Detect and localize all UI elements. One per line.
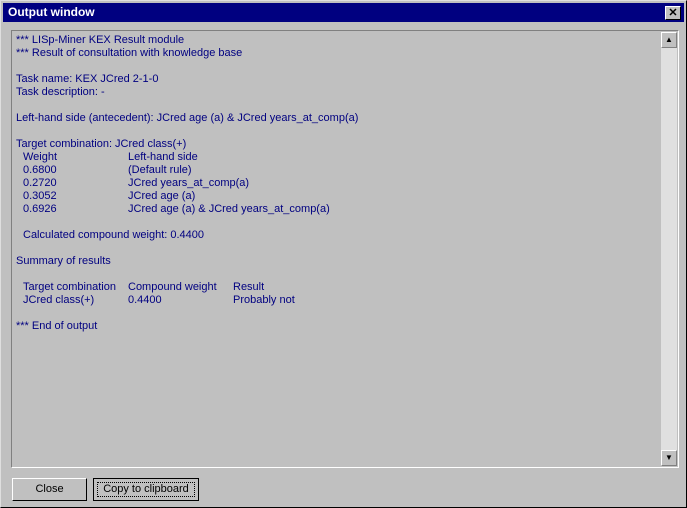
table-row: 0.2720 JCred years_at_comp(a)	[16, 177, 656, 190]
table-row: 0.6800 (Default rule)	[16, 164, 656, 177]
scroll-up-icon[interactable]: ▲	[661, 32, 677, 48]
table-row: JCred class(+) 0.4400 Probably not	[16, 294, 656, 307]
output-text-area[interactable]: *** LISp-Miner KEX Result module *** Res…	[11, 30, 679, 468]
calculated-weight: Calculated compound weight: 0.4400	[23, 229, 205, 241]
output-content: *** LISp-Miner KEX Result module *** Res…	[16, 34, 656, 462]
close-button[interactable]: Close	[12, 478, 87, 501]
lhs-value: JCred years_at_comp(a)	[128, 177, 250, 189]
result-value: Probably not	[233, 294, 295, 306]
target-combination: Target combination: JCred class(+)	[16, 138, 187, 150]
end-of-output: *** End of output	[16, 320, 98, 332]
column-header: Compound weight	[128, 281, 217, 293]
summary-table-header: Target combination Compound weight Resul…	[16, 281, 656, 294]
lhs-value: (Default rule)	[128, 164, 192, 176]
weight-value: 0.6926	[23, 203, 57, 215]
lhs-antecedent: Left-hand side (antecedent): JCred age (…	[16, 112, 359, 124]
window-close-icon[interactable]: ✕	[665, 6, 681, 20]
output-window: Output window ✕ *** LISp-Miner KEX Resul…	[0, 0, 687, 508]
output-header-line: *** LISp-Miner KEX Result module	[16, 34, 185, 46]
vertical-scrollbar[interactable]: ▲ ▼	[661, 32, 677, 466]
output-header-line: *** Result of consultation with knowledg…	[16, 47, 243, 59]
weight-value: 0.6800	[23, 164, 57, 176]
task-description: Task description: -	[16, 86, 105, 98]
weights-table-header: Weight Left-hand side	[16, 151, 656, 164]
column-header: Target combination	[23, 281, 116, 293]
summary-title: Summary of results	[16, 255, 111, 267]
lhs-value: JCred age (a) & JCred years_at_comp(a)	[128, 203, 330, 215]
task-name: Task name: KEX JCred 2-1-0	[16, 73, 159, 85]
column-header: Result	[233, 281, 265, 293]
table-row: 0.3052 JCred age (a)	[16, 190, 656, 203]
weight-value: 0.2720	[23, 177, 57, 189]
column-header: Weight	[23, 151, 58, 163]
compound-weight-value: 0.4400	[128, 294, 162, 306]
window-title: Output window	[8, 5, 95, 19]
weight-value: 0.3052	[23, 190, 57, 202]
scroll-down-icon[interactable]: ▼	[661, 450, 677, 466]
copy-to-clipboard-button[interactable]: Copy to clipboard	[93, 478, 199, 501]
lhs-value: JCred age (a)	[128, 190, 196, 202]
title-bar: Output window ✕	[3, 3, 684, 22]
table-row: 0.6926 JCred age (a) & JCred years_at_co…	[16, 203, 656, 216]
column-header: Left-hand side	[128, 151, 198, 163]
copy-button-label: Copy to clipboard	[97, 482, 195, 497]
target-value: JCred class(+)	[23, 294, 95, 306]
